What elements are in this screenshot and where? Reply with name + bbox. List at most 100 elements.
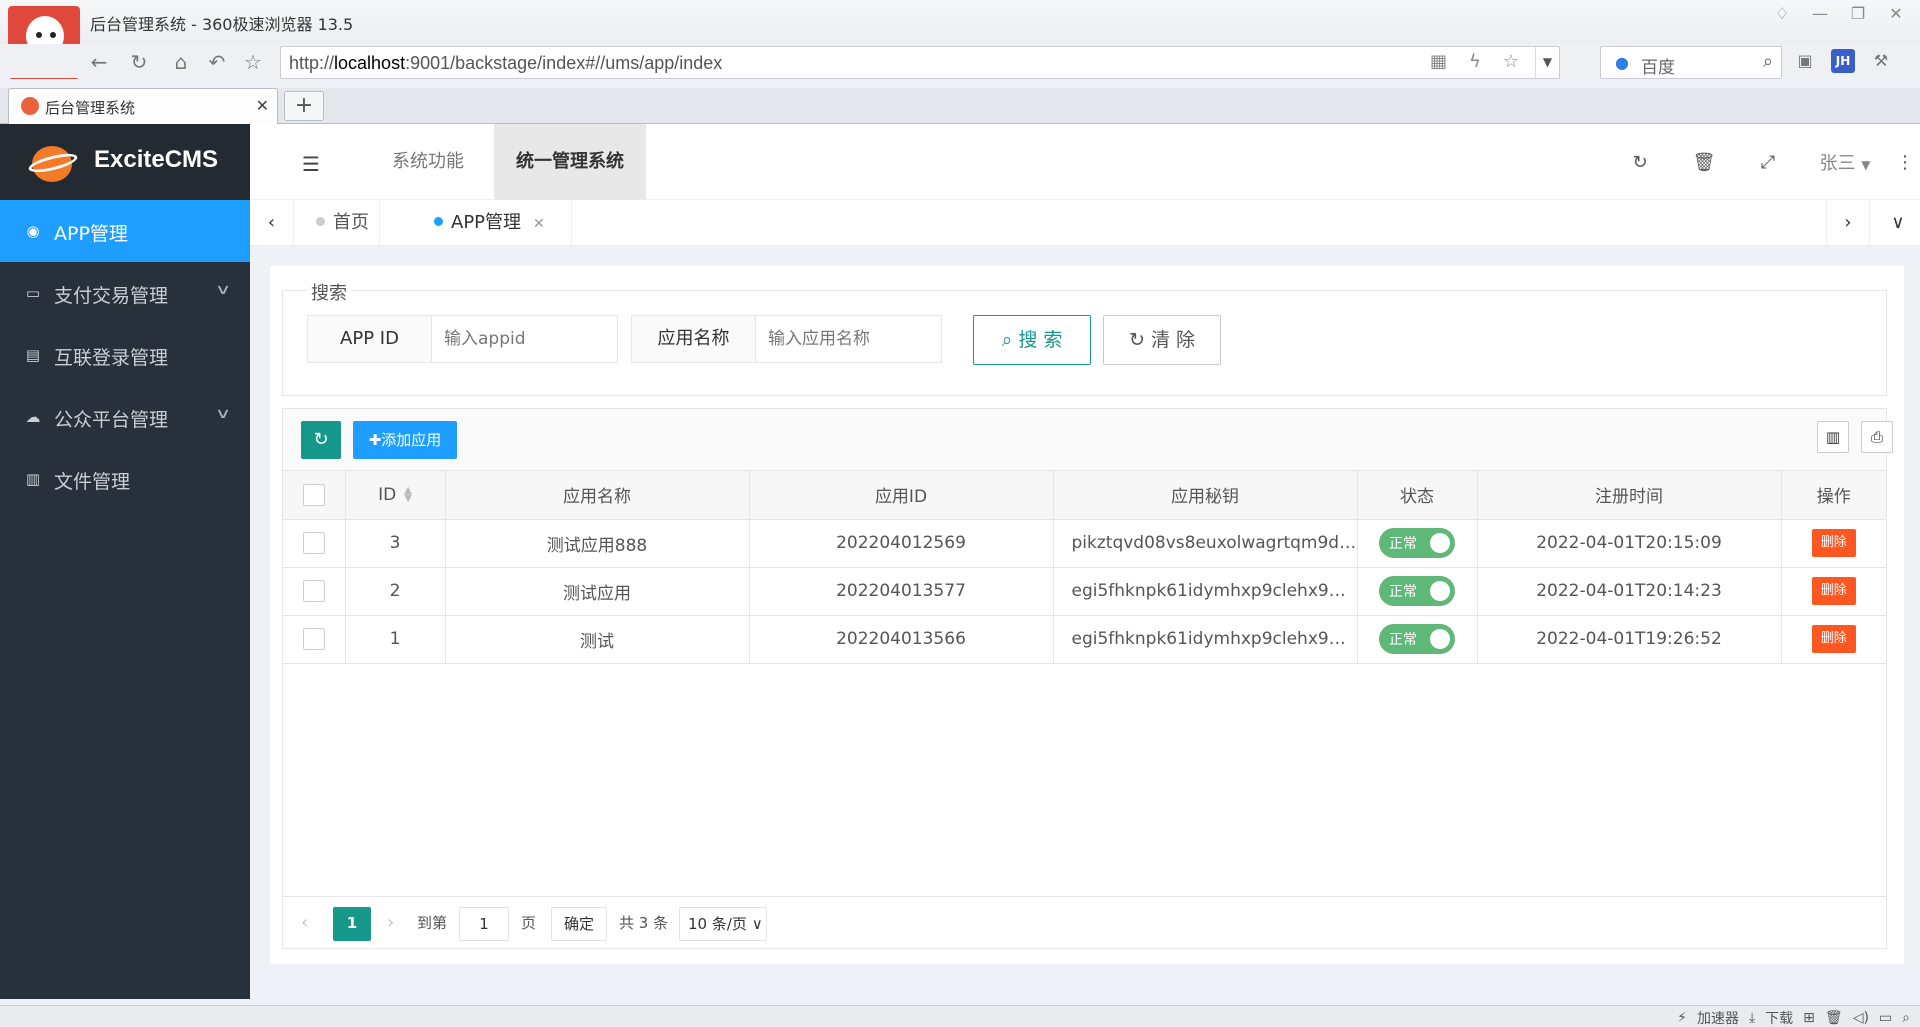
sidebar-item-app-management[interactable]: ◉ APP管理: [0, 200, 250, 262]
clear-button-label: 清 除: [1150, 329, 1195, 351]
accelerator-icon[interactable]: ⚡: [1677, 1010, 1687, 1026]
browser-search-box[interactable]: ● 百度 ⌕: [1600, 46, 1782, 79]
plus-box-icon[interactable]: ⊞: [1803, 1010, 1815, 1026]
prev-page-icon[interactable]: ‹: [301, 907, 308, 941]
apps-grid-icon[interactable]: ▣: [1793, 49, 1817, 73]
bookmark-star-icon[interactable]: ☆: [1503, 51, 1519, 72]
tabs-menu-chevron-icon[interactable]: ∨: [1876, 200, 1920, 246]
page-unit-label: 页: [521, 914, 537, 932]
reload-icon[interactable]: ↻: [126, 49, 152, 75]
browser-tab[interactable]: 后台管理系统 ✕: [8, 88, 278, 124]
search-legend: 搜索: [307, 279, 351, 305]
menu-toggle-icon[interactable]: ☰: [302, 152, 320, 176]
zoom-icon[interactable]: ⌕: [1902, 1010, 1910, 1026]
goto-confirm-button[interactable]: 确定: [551, 907, 607, 941]
row-checkbox[interactable]: [302, 532, 325, 554]
page-size-select[interactable]: 10 条/页 ∨: [679, 907, 767, 941]
sidebar-item-public-platform[interactable]: ☁ 公众平台管理 ∨: [0, 386, 250, 448]
table-refresh-button[interactable]: ↻: [301, 421, 341, 459]
add-app-button[interactable]: ✚添加应用: [353, 421, 457, 459]
delete-button[interactable]: 删除: [1811, 625, 1856, 653]
qr-code-icon[interactable]: ▦: [1430, 51, 1447, 72]
refresh-icon[interactable]: ↻: [1608, 152, 1672, 173]
app-id-input[interactable]: [432, 316, 617, 362]
clear-button[interactable]: ↻ 清 除: [1103, 315, 1221, 365]
plus-icon: ✚: [368, 431, 382, 449]
goto-page-input[interactable]: 1: [459, 907, 509, 941]
tools-wrench-icon[interactable]: ⚒: [1869, 49, 1893, 73]
app-name-input[interactable]: [756, 316, 941, 362]
close-icon[interactable]: ✕: [1884, 2, 1908, 26]
back-icon[interactable]: ←: [86, 49, 112, 75]
row-select-cell: [283, 519, 346, 568]
sidebar-item-label: 互联登录管理: [54, 347, 169, 369]
more-vertical-icon[interactable]: ⋮: [1890, 152, 1920, 173]
tabs-scroll-left-icon[interactable]: ‹: [250, 200, 294, 246]
current-page[interactable]: 1: [333, 907, 371, 941]
minimize-icon[interactable]: —: [1808, 2, 1832, 26]
next-page-icon[interactable]: ›: [387, 907, 394, 941]
nav-unified-management[interactable]: 统一管理系统: [494, 124, 646, 200]
browser-navbar: ← ↻ ⌂ ↶ ☆ http://localhost:9001/backstag…: [0, 44, 1920, 79]
tab-app-management[interactable]: APP管理 ✕: [412, 200, 572, 246]
export-print-icon[interactable]: ⎙: [1861, 421, 1893, 453]
top-header: ☰ 系统功能 统一管理系统 ↻ 🗑 ⤢ 张三 ▼ ⋮: [250, 124, 1920, 200]
cell-app-id: 202204013566: [749, 615, 1054, 664]
tabs-scroll-right-icon[interactable]: ›: [1826, 200, 1870, 246]
user-circle-icon: ◉: [26, 222, 40, 240]
row-checkbox[interactable]: [302, 628, 325, 650]
page-size-value: 10 条/页: [688, 915, 747, 933]
refresh-icon: ↻: [1128, 329, 1145, 351]
sort-icon[interactable]: ▲ ▼: [404, 485, 412, 503]
sidebar: ExciteCMS ◉ APP管理 ▭ 支付交易管理 ∨ ▤ 互联登录管理 ☁ …: [0, 124, 250, 999]
delete-button[interactable]: 删除: [1811, 529, 1856, 557]
lightning-icon[interactable]: ϟ: [1469, 51, 1481, 72]
planet-logo-icon: [27, 144, 79, 184]
tab-close-icon[interactable]: ✕: [256, 96, 269, 115]
table-toolbar: ↻ ✚添加应用 ▥ ⎙: [283, 409, 1893, 471]
skin-icon[interactable]: ♢: [1770, 2, 1794, 26]
sidebar-item-connect-login[interactable]: ▤ 互联登录管理: [0, 324, 250, 386]
select-all-checkbox[interactable]: [302, 483, 325, 506]
url-dropdown-icon[interactable]: ▼: [1535, 47, 1559, 78]
tab-home[interactable]: 首页: [294, 200, 380, 246]
status-toggle[interactable]: 正常: [1379, 624, 1455, 654]
search-icon: ⌕: [1001, 329, 1013, 351]
nav-system-functions[interactable]: 系统功能: [370, 124, 486, 200]
columns-filter-icon[interactable]: ▥: [1817, 421, 1849, 453]
undo-icon[interactable]: ↶: [204, 49, 230, 75]
brand[interactable]: ExciteCMS: [0, 124, 250, 200]
sidebar-item-files[interactable]: ▥ 文件管理: [0, 448, 250, 510]
status-toggle[interactable]: 正常: [1379, 528, 1455, 558]
user-menu[interactable]: 张三 ▼: [1800, 149, 1890, 175]
user-badge[interactable]: JH: [1831, 49, 1855, 73]
home-icon[interactable]: ⌂: [168, 49, 194, 75]
content-card: 搜索 APP ID 应用名称 ⌕ 搜 索 ↻ 清 除 ↻ ✚添加应用 ▥ ⎙ I…: [270, 266, 1904, 964]
screen-icon[interactable]: ▭: [1879, 1010, 1892, 1026]
cell-app-id: 202204012569: [749, 519, 1054, 568]
download-label[interactable]: 下载: [1765, 1008, 1793, 1027]
favorite-star-icon[interactable]: ☆: [240, 49, 266, 75]
tab-close-icon[interactable]: ✕: [533, 216, 545, 232]
col-id[interactable]: ID ▲ ▼: [345, 471, 446, 520]
total-count: 共 3 条: [619, 914, 669, 932]
download-icon[interactable]: ⤓: [1749, 1010, 1755, 1026]
trash-icon[interactable]: 🗑: [1672, 152, 1736, 173]
fullscreen-icon[interactable]: ⤢: [1736, 152, 1800, 173]
new-tab-button[interactable]: +: [284, 91, 324, 121]
search-button[interactable]: ⌕ 搜 索: [973, 315, 1091, 365]
row-checkbox[interactable]: [302, 580, 325, 602]
search-icon[interactable]: ⌕: [1763, 51, 1773, 72]
status-toggle[interactable]: 正常: [1379, 576, 1455, 606]
trash-icon[interactable]: 🗑: [1825, 1010, 1843, 1026]
accelerator-label[interactable]: 加速器: [1697, 1008, 1739, 1027]
delete-button[interactable]: 删除: [1811, 577, 1856, 605]
sidebar-item-payment[interactable]: ▭ 支付交易管理 ∨: [0, 262, 250, 324]
cell-actions: 删除: [1781, 615, 1886, 664]
col-app-name: 应用名称: [445, 471, 750, 520]
browser-titlebar: 后台管理系统 - 360极速浏览器 13.5 ♢ — ❐ ✕: [0, 0, 1920, 79]
address-bar[interactable]: http://localhost:9001/backstage/index#//…: [280, 46, 1560, 79]
app-name-field-group: 应用名称: [631, 315, 942, 363]
volume-icon[interactable]: ◁): [1853, 1010, 1869, 1026]
restore-icon[interactable]: ❐: [1846, 2, 1870, 26]
